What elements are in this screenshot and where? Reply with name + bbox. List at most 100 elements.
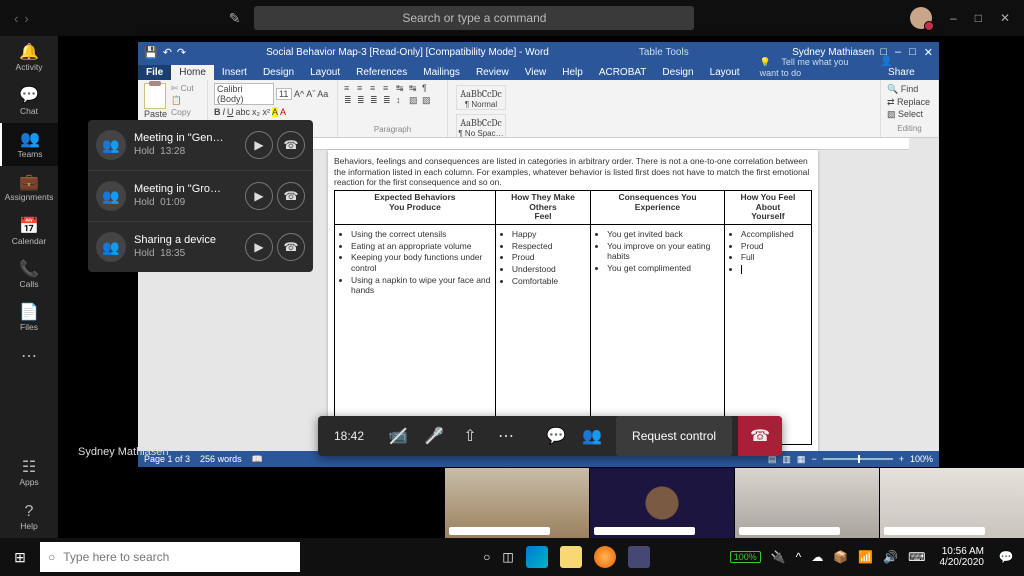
tab-table-layout[interactable]: Layout — [702, 65, 748, 80]
command-search[interactable]: Search or type a command — [254, 6, 694, 30]
tab-design[interactable]: Design — [255, 65, 302, 80]
start-button[interactable]: ⊞ — [0, 538, 40, 576]
copy-button[interactable]: 📋 Copy — [171, 95, 201, 119]
font-name[interactable]: Calibri (Body) — [214, 83, 274, 105]
rail-more[interactable]: ⋯ — [0, 340, 58, 373]
rail-teams[interactable]: 👥Teams — [0, 123, 58, 166]
rail-activity[interactable]: 🔔Activity — [0, 36, 58, 79]
replace-button[interactable]: ⇄ Replace — [887, 96, 932, 109]
minimize-button[interactable]: – — [950, 11, 957, 25]
paste-icon[interactable] — [144, 83, 166, 109]
font-size[interactable]: 11 — [276, 88, 292, 100]
rail-help[interactable]: ?Help — [0, 495, 58, 538]
participant-video[interactable] — [589, 468, 734, 538]
style-normal[interactable]: AaBbCcDc¶ Normal — [456, 85, 506, 110]
call-controls: 18:42 📹 🎤 ⇧ ⋯ 💬 👥 Request control ☎ — [318, 416, 782, 456]
tab-references[interactable]: References — [348, 65, 415, 80]
request-control-button[interactable]: Request control — [616, 416, 732, 456]
tab-review[interactable]: Review — [468, 65, 517, 80]
word-doc-title: Social Behavior Map-3 [Read-Only] [Compa… — [266, 47, 549, 58]
resume-button[interactable]: ▶ — [245, 182, 273, 210]
zoom-level[interactable]: 100% — [910, 454, 933, 464]
power-icon[interactable]: 🔌 — [771, 550, 786, 564]
battery-indicator[interactable]: 100% — [730, 551, 761, 563]
undo-icon[interactable]: ↶ — [163, 46, 172, 59]
forward-button[interactable]: › — [24, 11, 28, 26]
tab-mailings[interactable]: Mailings — [415, 65, 468, 80]
resume-button[interactable]: ▶ — [245, 131, 273, 159]
tray-chevron-icon[interactable]: ^ — [796, 550, 802, 564]
teams-titlebar: ‹ › ✎ Search or type a command – □ ✕ — [0, 0, 1024, 36]
action-center-icon[interactable]: 💬 — [994, 545, 1018, 569]
presenter-name: Sydney Mathiasen — [78, 446, 169, 458]
tab-acrobat[interactable]: ACROBAT — [591, 65, 655, 80]
edge-icon[interactable] — [526, 546, 548, 568]
clock[interactable]: 10:56 AM4/20/2020 — [940, 546, 985, 568]
resume-button[interactable]: ▶ — [245, 233, 273, 261]
dropbox-icon[interactable]: 📦 — [833, 550, 848, 564]
taskbar-search[interactable]: ○Type here to search — [40, 542, 300, 572]
cortana-icon[interactable]: ○ — [483, 550, 490, 564]
meeting-stage: 💾 ↶ ↷ Social Behavior Map-3 [Read-Only] [C… — [58, 36, 1024, 538]
tab-help[interactable]: Help — [554, 65, 591, 80]
rail-assignments[interactable]: 💼Assignments — [0, 166, 58, 209]
table-tools-label: Table Tools — [639, 47, 689, 58]
participant-video[interactable] — [879, 468, 1024, 538]
hangup-button[interactable]: ☎ — [277, 182, 305, 210]
mic-toggle[interactable]: 🎤 — [416, 416, 452, 456]
rail-chat[interactable]: 💬Chat — [0, 79, 58, 122]
view-print-icon[interactable]: ▥ — [782, 454, 791, 465]
tab-file[interactable]: File — [138, 65, 171, 80]
cut-button[interactable]: ✄ Cut — [171, 83, 201, 95]
leave-button[interactable]: ☎ — [738, 416, 782, 456]
held-call-2[interactable]: 👥 Sharing a deviceHold 18:35 ▶ ☎ — [88, 222, 313, 272]
tab-view[interactable]: View — [517, 65, 555, 80]
save-icon[interactable]: 💾 — [144, 46, 158, 59]
compose-icon[interactable]: ✎ — [229, 10, 241, 27]
taskview-icon[interactable]: ◫ — [502, 550, 513, 564]
people-icon: 👥 — [96, 130, 126, 160]
page: Behaviors, feelings and consequences are… — [328, 150, 818, 451]
volume-icon[interactable]: 🔊 — [883, 550, 898, 564]
maximize-button[interactable]: □ — [975, 11, 982, 25]
participants-toggle[interactable]: 👥 — [574, 416, 610, 456]
tab-table-design[interactable]: Design — [654, 65, 701, 80]
more-actions[interactable]: ⋯ — [488, 416, 524, 456]
close-button[interactable]: ✕ — [1000, 11, 1010, 25]
word-count[interactable]: 256 words — [200, 454, 242, 464]
camera-toggle[interactable]: 📹 — [380, 416, 416, 456]
rail-calls[interactable]: 📞Calls — [0, 253, 58, 296]
wifi-icon[interactable]: 📶 — [858, 550, 873, 564]
tab-home[interactable]: Home — [171, 65, 214, 80]
tab-insert[interactable]: Insert — [214, 65, 255, 80]
ime-icon[interactable]: ⌨ — [908, 550, 925, 564]
firefox-icon[interactable] — [594, 546, 616, 568]
select-button[interactable]: ▧ Select — [887, 108, 932, 121]
back-button[interactable]: ‹ — [14, 11, 18, 26]
rail-calendar[interactable]: 📅Calendar — [0, 210, 58, 253]
chat-toggle[interactable]: 💬 — [538, 416, 574, 456]
held-call-0[interactable]: 👥 Meeting in "Gen…Hold 13:28 ▶ ☎ — [88, 120, 313, 171]
rail-apps[interactable]: ☷Apps — [0, 451, 58, 494]
user-avatar[interactable] — [910, 7, 932, 29]
share-toggle[interactable]: ⇧ — [452, 416, 488, 456]
rail-files[interactable]: 📄Files — [0, 296, 58, 339]
hangup-button[interactable]: ☎ — [277, 131, 305, 159]
redo-icon[interactable]: ↷ — [177, 46, 186, 59]
hangup-button[interactable]: ☎ — [277, 233, 305, 261]
view-web-icon[interactable]: ▦ — [797, 454, 806, 465]
find-button[interactable]: 🔍 Find — [887, 83, 932, 96]
onedrive-icon[interactable]: ☁ — [811, 550, 823, 564]
tab-layout[interactable]: Layout — [302, 65, 348, 80]
paste-button[interactable]: Paste — [144, 109, 167, 119]
participant-video[interactable] — [734, 468, 879, 538]
explorer-icon[interactable] — [560, 546, 582, 568]
call-duration: 18:42 — [318, 429, 380, 443]
tell-me[interactable]: 💡 Tell me what you want to do — [752, 55, 872, 80]
teams-icon[interactable] — [628, 546, 650, 568]
style-nospacing[interactable]: AaBbCcDc¶ No Spac… — [456, 114, 506, 137]
participant-video[interactable] — [444, 468, 589, 538]
zoom-slider[interactable] — [823, 458, 893, 460]
share-button[interactable]: 👤 Share — [872, 54, 931, 80]
held-call-1[interactable]: 👥 Meeting in "Gro…Hold 01:09 ▶ ☎ — [88, 171, 313, 222]
